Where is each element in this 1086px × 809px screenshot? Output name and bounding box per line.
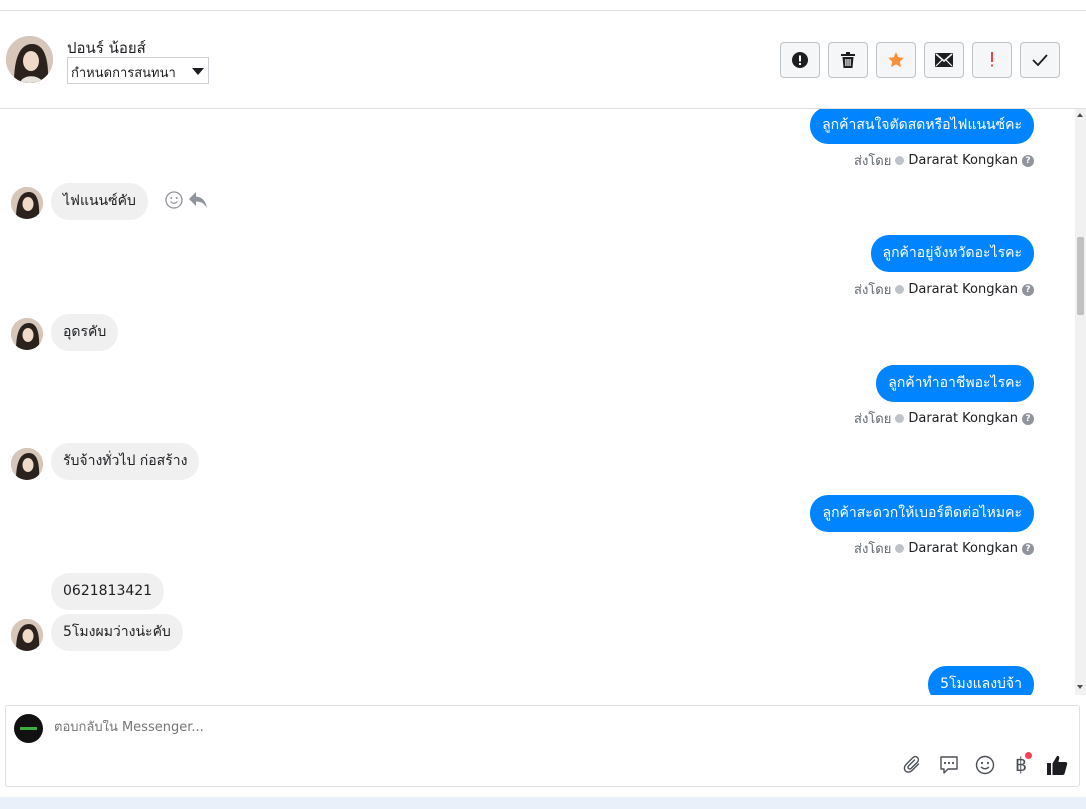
paperclip-icon bbox=[903, 755, 920, 773]
scrollbar-thumb[interactable] bbox=[1077, 237, 1084, 315]
message-text: ลูกค้าสนใจตัดสดหรือไฟแนนซ์คะ bbox=[822, 117, 1022, 133]
status-select-value: กำหนดการสนทนา bbox=[71, 66, 176, 81]
outgoing-message[interactable]: ลูกค้าสะดวกให้เบอร์ติดต่อไหมคะ bbox=[810, 495, 1034, 532]
chevron-down-icon bbox=[192, 68, 204, 75]
sender-name[interactable]: Dararat Kongkan bbox=[908, 411, 1018, 426]
mark-done-button[interactable] bbox=[1020, 42, 1060, 78]
help-icon[interactable]: ? bbox=[1022, 154, 1034, 167]
verified-dot-icon bbox=[895, 285, 905, 294]
checkmark-icon bbox=[1032, 54, 1048, 66]
thread-scrollbar[interactable] bbox=[1075, 109, 1086, 695]
message-text: รับจ้างทั่วไป ก่อสร้าง bbox=[63, 453, 188, 469]
sent-via-text: ส่งโดย bbox=[854, 154, 892, 169]
reply-composer: ฿ bbox=[5, 705, 1080, 787]
message-text: 0621813421 bbox=[63, 583, 153, 599]
scroll-down-arrow-icon[interactable] bbox=[1077, 685, 1083, 689]
message-text: ลูกค้าอยู่จังหวัดอะไรคะ bbox=[882, 245, 1023, 261]
message-text: ไฟแนนซ์คับ bbox=[63, 193, 136, 209]
incoming-message[interactable]: 5โมงผมว่างน่ะคับ bbox=[51, 614, 183, 651]
help-icon[interactable]: ? bbox=[1022, 542, 1034, 555]
envelope-icon bbox=[935, 53, 953, 67]
reply-icon[interactable] bbox=[189, 192, 207, 208]
scroll-up-arrow-icon[interactable] bbox=[1077, 113, 1083, 117]
contact-avatar-small[interactable] bbox=[11, 448, 43, 480]
incoming-message[interactable]: อุดรคับ bbox=[51, 314, 119, 351]
flag-follow-up-button[interactable] bbox=[972, 42, 1012, 78]
react-emoji-icon[interactable] bbox=[165, 191, 183, 209]
verified-dot-icon bbox=[895, 156, 905, 165]
verified-dot-icon bbox=[895, 414, 905, 423]
composer-tools: ฿ bbox=[901, 752, 1069, 777]
message-text: ลูกค้าสะดวกให้เบอร์ติดต่อไหมคะ bbox=[822, 505, 1022, 521]
reply-input[interactable] bbox=[54, 720, 654, 735]
sent-by-label: ส่งโดย Dararat Kongkan ? bbox=[854, 150, 1034, 171]
verified-dot-icon bbox=[895, 544, 905, 553]
outgoing-message[interactable]: ลูกค้าทำอาชีพอะไรคะ bbox=[876, 365, 1034, 402]
incoming-message[interactable]: 0621813421 bbox=[51, 573, 165, 610]
attach-file-button[interactable] bbox=[901, 753, 925, 777]
bottom-bar bbox=[0, 797, 1086, 809]
page-avatar bbox=[14, 714, 43, 743]
sent-via-text: ส่งโดย bbox=[854, 542, 892, 557]
incoming-message[interactable]: รับจ้างทั่วไป ก่อสร้าง bbox=[51, 443, 200, 480]
message-text: ลูกค้าทำอาชีพอะไรคะ bbox=[888, 375, 1022, 391]
notification-dot bbox=[1025, 752, 1032, 759]
saved-replies-button[interactable] bbox=[937, 753, 961, 777]
sender-name[interactable]: Dararat Kongkan bbox=[908, 153, 1018, 168]
message-text: อุดรคับ bbox=[63, 324, 107, 340]
outgoing-message[interactable]: ลูกค้าสนใจตัดสดหรือไฟแนนซ์คะ bbox=[810, 109, 1034, 144]
contact-avatar[interactable] bbox=[6, 36, 53, 83]
sent-via-text: ส่งโดย bbox=[854, 412, 892, 427]
sent-by-label: ส่งโดย Dararat Kongkan ? bbox=[854, 279, 1034, 300]
conversation-status-dropdown[interactable]: กำหนดการสนทนา bbox=[67, 57, 209, 84]
sender-name[interactable]: Dararat Kongkan bbox=[908, 541, 1018, 556]
message-text: 5โมงแลงบ่จ้า bbox=[940, 676, 1022, 692]
mark-unread-button[interactable] bbox=[924, 42, 964, 78]
exclamation-icon bbox=[991, 52, 993, 67]
delete-button[interactable] bbox=[828, 42, 868, 78]
star-icon bbox=[888, 52, 904, 68]
payment-button[interactable]: ฿ bbox=[1009, 752, 1033, 777]
conversation-header: ปอนร์ น้อยส์ กำหนดการสนทนา bbox=[0, 11, 1086, 109]
mark-spam-button[interactable] bbox=[780, 42, 820, 78]
message-thread[interactable]: ลูกค้าสนใจตัดสดหรือไฟแนนซ์คะ ส่งโดย Dara… bbox=[0, 109, 1075, 695]
incoming-message[interactable]: ไฟแนนซ์คับ bbox=[51, 183, 148, 220]
sent-via-text: ส่งโดย bbox=[854, 283, 892, 298]
alert-circle-icon bbox=[792, 52, 808, 68]
trash-icon bbox=[841, 52, 855, 68]
contact-avatar-small[interactable] bbox=[11, 187, 43, 219]
sent-by-label: ส่งโดย Dararat Kongkan ? bbox=[854, 408, 1034, 429]
saved-reply-icon bbox=[940, 756, 958, 774]
message-text: 5โมงผมว่างน่ะคับ bbox=[63, 624, 171, 640]
thumbs-up-icon bbox=[1047, 755, 1068, 775]
star-button[interactable] bbox=[876, 42, 916, 78]
emoji-button[interactable] bbox=[973, 753, 997, 777]
contact-avatar-small[interactable] bbox=[11, 619, 43, 651]
message-hover-tools bbox=[165, 191, 207, 209]
help-icon[interactable]: ? bbox=[1022, 283, 1034, 296]
sender-name[interactable]: Dararat Kongkan bbox=[908, 282, 1018, 297]
outgoing-message[interactable]: 5โมงแลงบ่จ้า bbox=[928, 666, 1034, 695]
sent-by-label: ส่งโดย Dararat Kongkan ? bbox=[854, 538, 1034, 559]
contact-avatar-small[interactable] bbox=[11, 318, 43, 350]
help-icon[interactable]: ? bbox=[1022, 412, 1034, 425]
emoji-icon bbox=[975, 755, 995, 775]
like-button[interactable] bbox=[1045, 753, 1069, 777]
outgoing-message[interactable]: ลูกค้าอยู่จังหวัดอะไรคะ bbox=[870, 235, 1034, 272]
